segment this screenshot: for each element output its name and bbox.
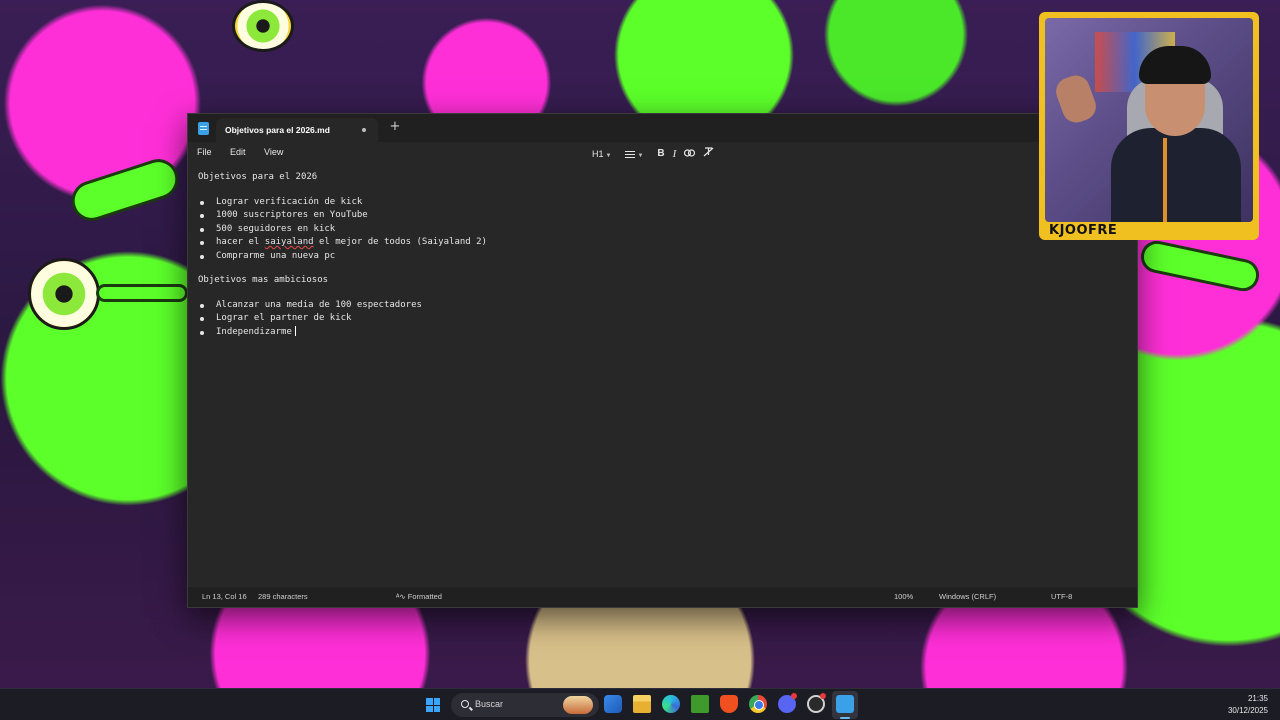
system-clock[interactable]: 21:35 30/12/2025 [1228,693,1268,717]
wallpaper-shape [1137,237,1263,295]
ambitious-goals-list: Alcanzar una media de 100 espectadores L… [198,299,422,339]
bullet-icon [200,227,204,232]
bullet-icon [200,304,204,308]
windows-start-icon[interactable] [426,698,440,712]
unsaved-dot-icon[interactable] [362,128,366,132]
wallpaper-shape [66,153,184,227]
chevron-down-icon: ▼ [637,153,644,159]
format-toggle[interactable]: ᴬ∿ Formatted [396,592,442,601]
list-item: Lograr verificación de kick [198,196,487,209]
goals-list: Lograr verificación de kick 1000 suscrip… [198,196,487,263]
chrome-icon[interactable] [749,695,767,713]
clock-time: 21:35 [1247,694,1268,703]
taskbar-search[interactable]: Buscar [451,693,599,717]
clock-date: 30/12/2025 [1227,706,1268,715]
list-icon [625,150,636,159]
bullet-icon [200,330,204,335]
notepad-window: Objetivos para el 2026.md + File Edit Vi… [187,113,1138,608]
list-dropdown[interactable]: ▼ [621,145,647,163]
italic-button[interactable]: I [669,145,681,163]
format-toolbar: H1 ▼ ▼ B I [588,142,718,166]
character-count: 289 characters [258,592,308,601]
list-item: Alcanzar una media de 100 espectadores [198,299,422,312]
widgets-icon[interactable] [604,695,622,713]
zoom-level[interactable]: 100% [894,592,913,601]
webcam-video [1045,18,1253,222]
taskbar: Buscar 21:35 30/12/2025 [0,688,1280,720]
text-cursor [294,326,296,337]
bullet-icon [200,214,204,219]
list-item: Independizarme [198,326,422,339]
jacket-zipper [1163,138,1167,222]
waving-hand [1052,71,1100,127]
notification-badge [791,693,797,699]
clear-formatting-button[interactable] [699,145,718,163]
wallpaper-shape [96,284,188,302]
notification-badge [820,693,826,699]
notepad-icon[interactable] [836,695,854,713]
heading-dropdown[interactable]: H1 ▼ [588,145,615,163]
title-bar: Objetivos para el 2026.md + [188,114,1137,142]
link-button[interactable] [680,145,699,163]
clear-formatting-icon [703,147,714,157]
cursor-position: Ln 13, Col 16 [202,592,247,601]
document-tab[interactable]: Objetivos para el 2026.md [216,118,378,142]
chevron-down-icon: ▼ [605,153,612,159]
search-highlight-icon [563,696,593,714]
minecraft-icon[interactable] [691,695,709,713]
file-explorer-icon[interactable] [633,695,651,713]
webcam-overlay: KJOOFRE [1039,12,1259,240]
link-icon [684,149,696,157]
list-item: Lograr el partner de kick [198,312,422,325]
streamer-name: KJOOFRE [1049,223,1118,238]
list-item: Comprarme una nueva pc [198,250,487,263]
tab-title: Objetivos para el 2026.md [225,125,330,135]
document-heading: Objetivos para el 2026 [198,172,318,182]
bullet-icon [200,254,204,259]
active-app-indicator [840,717,850,719]
list-item: 500 seguidores en kick [198,223,487,236]
bullet-icon [200,201,204,205]
heading-value: H1 [592,149,604,159]
menu-file[interactable]: File [197,147,212,157]
format-icon: ᴬ∿ [396,592,408,601]
edge-icon[interactable] [662,695,680,713]
bullet-icon [200,241,204,246]
person-body [1111,128,1241,222]
notepad-app-icon [198,122,209,135]
eye-decoration [232,0,294,52]
list-item: hacer el saiyaland el mejor de todos (Sa… [198,236,487,249]
person-hair [1139,46,1211,84]
search-placeholder: Buscar [475,699,504,709]
eye-decoration [28,258,100,330]
document-heading: Objetivos mas ambiciosos [198,275,329,285]
list-item: 1000 suscriptores en YouTube [198,209,487,222]
bullet-icon [200,317,204,322]
status-bar: Ln 13, Col 16 289 characters ᴬ∿ Formatte… [188,587,1137,607]
new-tab-button[interactable]: + [388,120,402,134]
brave-icon[interactable] [720,695,738,713]
bold-button[interactable]: B [653,145,668,163]
menu-view[interactable]: View [264,147,283,157]
text-editor[interactable]: Objetivos para el 2026 Lograr verificaci… [198,172,1127,581]
menu-edit[interactable]: Edit [230,147,246,157]
line-endings[interactable]: Windows (CRLF) [939,592,996,601]
search-icon [461,700,469,708]
encoding[interactable]: UTF-8 [1051,592,1072,601]
spellcheck-error[interactable]: saiyaland [265,237,314,247]
